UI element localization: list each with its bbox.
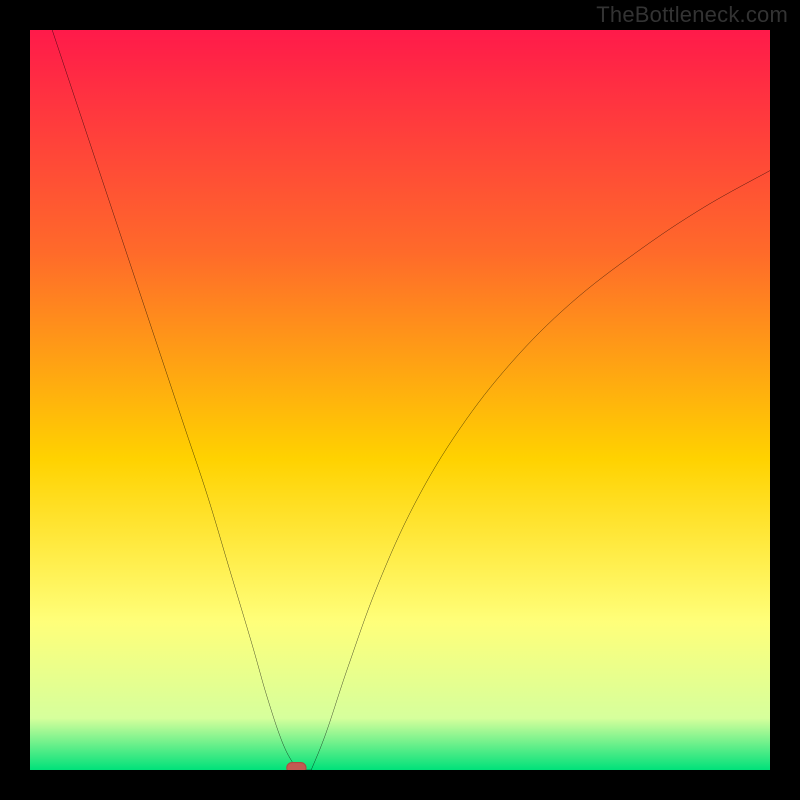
watermark-text: TheBottleneck.com: [596, 2, 788, 28]
plot-background: [30, 30, 770, 770]
bottleneck-chart: [30, 30, 770, 770]
optimum-marker: [287, 763, 306, 770]
chart-frame: TheBottleneck.com: [0, 0, 800, 800]
